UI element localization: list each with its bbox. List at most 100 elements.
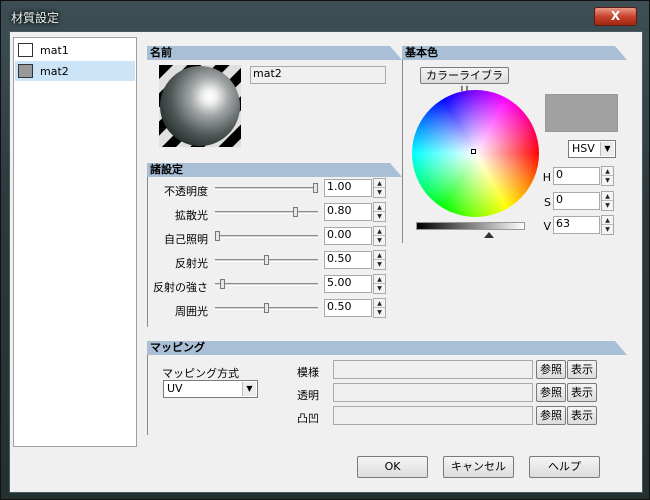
mapping-browse-button[interactable]: 参照 [536, 383, 566, 402]
help-button[interactable]: ヘルプ [529, 456, 600, 478]
mapping-row-label: 透明 [297, 389, 319, 402]
spin-down-icon[interactable]: ▼ [374, 236, 385, 245]
color-section-border [402, 60, 403, 243]
mapping-show-button[interactable]: 表示 [567, 383, 597, 402]
prop-slider-thumb[interactable] [293, 207, 298, 217]
prop-slider[interactable] [215, 235, 318, 238]
mapping-method-value: UV [167, 382, 183, 395]
mapping-show-button[interactable]: 表示 [567, 360, 597, 379]
spin-up-icon[interactable]: ▲ [602, 167, 613, 176]
s-spinner[interactable]: ▲ ▼ [601, 191, 614, 211]
prop-slider[interactable] [215, 283, 318, 286]
prop-spinner[interactable]: ▲ ▼ [373, 298, 386, 318]
spin-up-icon[interactable]: ▲ [374, 251, 385, 260]
color-wheel-marker[interactable] [471, 149, 476, 154]
prop-label: 反射光 [175, 257, 208, 270]
mapping-show-button[interactable]: 表示 [567, 406, 597, 425]
spin-down-icon[interactable]: ▼ [374, 308, 385, 317]
mapping-row-label: 模様 [297, 366, 319, 379]
dialog-window: 材質設定 X mat1 mat2 名前 mat2 諸設定 不透明度 1.00 ▲… [0, 0, 650, 500]
prop-spinner[interactable]: ▲ ▼ [373, 274, 386, 294]
s-label: S [544, 196, 551, 209]
value-ramp[interactable] [416, 222, 525, 230]
h-label: H [542, 171, 551, 184]
mapping-browse-button[interactable]: 参照 [536, 360, 566, 379]
mapping-browse-button[interactable]: 参照 [536, 406, 566, 425]
h-spinner[interactable]: ▲ ▼ [601, 166, 614, 186]
spin-up-icon[interactable]: ▲ [374, 179, 385, 188]
prop-label: 自己照明 [164, 233, 208, 246]
prop-value-field[interactable]: 0.00 [324, 227, 372, 245]
material-preview [159, 65, 241, 147]
mapping-file-field[interactable] [333, 360, 533, 379]
spin-up-icon[interactable]: ▲ [602, 216, 613, 225]
value-ramp-marker[interactable] [484, 232, 494, 238]
props-section-header: 諸設定 [147, 163, 402, 177]
mapping-method-label: マッピング方式 [162, 367, 239, 380]
material-name: mat2 [40, 65, 69, 78]
prop-spinner[interactable]: ▲ ▼ [373, 178, 386, 198]
chevron-down-icon: ▼ [242, 382, 256, 396]
chevron-down-icon: ▼ [600, 142, 614, 156]
color-library-button[interactable]: カラーライブラリ [420, 67, 509, 97]
spin-down-icon[interactable]: ▼ [374, 284, 385, 293]
name-section-header: 名前 [147, 46, 402, 60]
prop-value-field[interactable]: 0.50 [324, 251, 372, 269]
spin-down-icon[interactable]: ▼ [374, 188, 385, 197]
prop-value-field[interactable]: 1.00 [324, 179, 372, 197]
material-name: mat1 [40, 44, 69, 57]
material-item-mat1[interactable]: mat1 [15, 40, 135, 60]
prop-slider-thumb[interactable] [264, 303, 269, 313]
prop-value-field[interactable]: 0.50 [324, 299, 372, 317]
prop-label: 拡散光 [175, 209, 208, 222]
spin-down-icon[interactable]: ▼ [602, 201, 613, 210]
v-field[interactable]: 63 [553, 216, 600, 234]
prop-slider-thumb[interactable] [215, 231, 220, 241]
color-preview-swatch [545, 94, 618, 132]
close-button[interactable]: X [594, 7, 637, 26]
prop-label: 不透明度 [164, 185, 208, 198]
prop-spinner[interactable]: ▲ ▼ [373, 202, 386, 222]
s-field[interactable]: 0 [553, 192, 600, 210]
mapping-file-field[interactable] [333, 383, 533, 402]
prop-slider-thumb[interactable] [264, 255, 269, 265]
spin-up-icon[interactable]: ▲ [374, 299, 385, 308]
material-swatch [18, 64, 33, 78]
h-field[interactable]: 0 [553, 167, 600, 185]
prop-value-field[interactable]: 5.00 [324, 275, 372, 293]
prop-spinner[interactable]: ▲ ▼ [373, 226, 386, 246]
prop-spinner[interactable]: ▲ ▼ [373, 250, 386, 270]
material-list[interactable]: mat1 mat2 [13, 37, 137, 447]
cancel-button[interactable]: キャンセル [443, 456, 514, 478]
spin-down-icon[interactable]: ▼ [602, 225, 613, 234]
title-bar[interactable]: 材質設定 X [1, 1, 650, 31]
prop-slider-thumb[interactable] [220, 279, 225, 289]
prop-slider[interactable] [215, 211, 318, 214]
dialog-client: mat1 mat2 名前 mat2 諸設定 不透明度 1.00 ▲ ▼ 拡散光 … [9, 31, 643, 493]
spin-up-icon[interactable]: ▲ [374, 227, 385, 236]
prop-slider-thumb[interactable] [313, 183, 318, 193]
mapping-section-header: マッピング [147, 341, 627, 355]
spin-up-icon[interactable]: ▲ [374, 275, 385, 284]
prop-value-field[interactable]: 0.80 [324, 203, 372, 221]
prop-label: 周囲光 [175, 305, 208, 318]
color-mode-value: HSV [572, 142, 595, 155]
ok-button[interactable]: OK [357, 456, 428, 478]
v-spinner[interactable]: ▲ ▼ [601, 215, 614, 235]
color-mode-select[interactable]: HSV ▼ [568, 140, 616, 158]
spin-down-icon[interactable]: ▼ [374, 260, 385, 269]
v-label: V [543, 220, 551, 233]
prop-slider[interactable] [215, 187, 318, 190]
prop-label: 反射の強さ [153, 281, 208, 294]
mapping-section-border [147, 355, 148, 435]
material-item-mat2[interactable]: mat2 [15, 61, 135, 81]
mapping-file-field[interactable] [333, 406, 533, 425]
spin-up-icon[interactable]: ▲ [374, 203, 385, 212]
mapping-method-select[interactable]: UV ▼ [163, 380, 258, 398]
spin-down-icon[interactable]: ▼ [374, 212, 385, 221]
props-section-border [147, 177, 148, 327]
window-title: 材質設定 [11, 11, 60, 25]
spin-up-icon[interactable]: ▲ [602, 192, 613, 201]
material-name-field[interactable]: mat2 [250, 66, 386, 84]
spin-down-icon[interactable]: ▼ [602, 176, 613, 185]
